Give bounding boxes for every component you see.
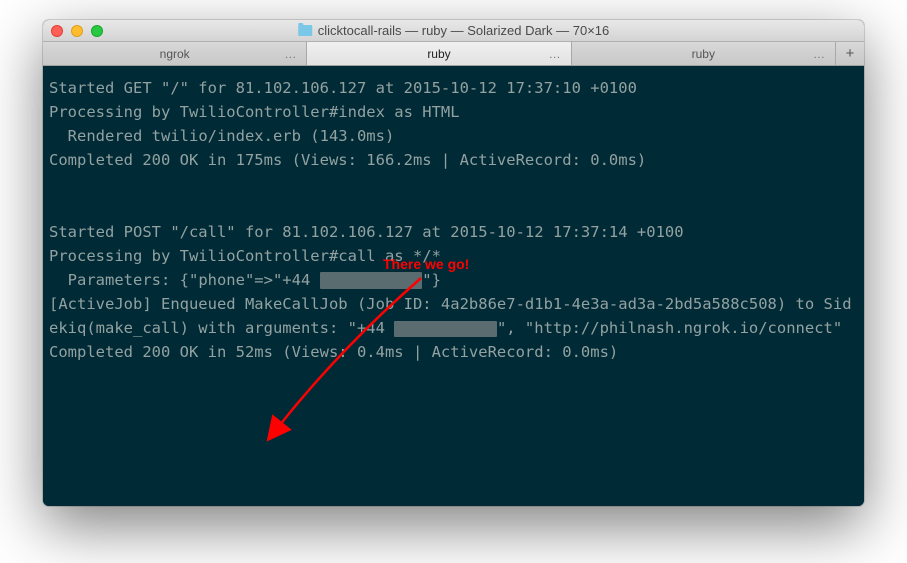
log-line: Started POST "/call" for 81.102.106.127 … — [49, 223, 684, 241]
window-title-text: clicktocall-rails — ruby — Solarized Dar… — [318, 23, 610, 38]
terminal-output[interactable]: Started GET "/" for 81.102.106.127 at 20… — [43, 66, 864, 506]
log-line: Completed 200 OK in 175ms (Views: 166.2m… — [49, 151, 646, 169]
new-tab-button[interactable]: + — [836, 42, 864, 65]
tab-menu-icon[interactable]: … — [284, 47, 296, 61]
folder-icon — [298, 25, 312, 36]
maximize-button[interactable] — [91, 25, 103, 37]
log-line: Rendered twilio/index.erb (143.0ms) — [49, 127, 394, 145]
log-line: [ActiveJob] Enqueued MakeCallJob (Job ID… — [49, 295, 852, 337]
tab-ruby-active[interactable]: ruby … — [307, 42, 571, 65]
redacted-phone: xxxx xxxxxx — [394, 321, 497, 337]
tab-menu-icon[interactable]: … — [549, 47, 561, 61]
log-line: Completed 200 OK in 52ms (Views: 0.4ms |… — [49, 343, 618, 361]
tab-ngrok[interactable]: ngrok … — [43, 42, 307, 65]
close-button[interactable] — [51, 25, 63, 37]
log-line: Started GET "/" for 81.102.106.127 at 20… — [49, 79, 637, 97]
titlebar[interactable]: clicktocall-rails — ruby — Solarized Dar… — [43, 20, 864, 42]
window-title: clicktocall-rails — ruby — Solarized Dar… — [298, 23, 610, 38]
tab-label: ruby — [692, 47, 715, 61]
log-line: Parameters: {"phone"=>"+44 xxxx xxxxxx"} — [49, 271, 441, 289]
tab-label: ruby — [427, 47, 450, 61]
minimize-button[interactable] — [71, 25, 83, 37]
redacted-phone: xxxx xxxxxx — [320, 272, 423, 288]
log-line: Processing by TwilioController#index as … — [49, 103, 460, 121]
tab-ruby-2[interactable]: ruby … — [572, 42, 836, 65]
tab-bar: ngrok … ruby … ruby … + — [43, 42, 864, 66]
log-line: Processing by TwilioController#call as *… — [49, 247, 441, 265]
tab-label: ngrok — [160, 47, 190, 61]
terminal-window: clicktocall-rails — ruby — Solarized Dar… — [43, 20, 864, 506]
traffic-lights — [51, 25, 103, 37]
tab-menu-icon[interactable]: … — [813, 47, 825, 61]
